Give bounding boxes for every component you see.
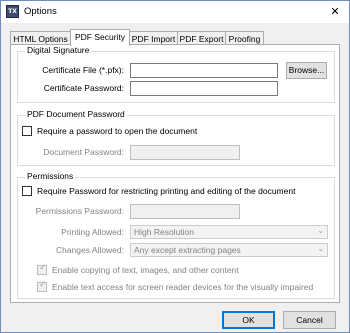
- pdf-security-panel: Digital Signature Certificate File (*.pf…: [10, 44, 340, 303]
- document-password-field[interactable]: [130, 145, 240, 160]
- require-open-password-checkbox[interactable]: [22, 126, 32, 136]
- digital-signature-legend: Digital Signature: [25, 45, 92, 55]
- certificate-password-field[interactable]: [130, 81, 278, 96]
- certificate-file-field[interactable]: [130, 63, 278, 78]
- permissions-group: Permissions Require Password for restric…: [17, 171, 335, 299]
- printing-allowed-select[interactable]: High Resolution ⌄: [130, 225, 328, 239]
- permissions-legend: Permissions: [25, 171, 76, 181]
- app-icon: TX: [6, 5, 19, 18]
- chevron-down-icon: ⌄: [317, 244, 324, 253]
- permissions-password-field[interactable]: [130, 204, 240, 219]
- enable-copying-checkbox[interactable]: ✓: [37, 263, 47, 275]
- title-bar[interactable]: TX Options ✕: [1, 1, 349, 23]
- digital-signature-group: Digital Signature Certificate File (*.pf…: [17, 45, 335, 103]
- tab-proofing[interactable]: Proofing: [225, 31, 264, 45]
- tab-pdf-import[interactable]: PDF Import: [129, 31, 178, 45]
- close-icon[interactable]: ✕: [327, 4, 343, 19]
- enable-text-access-label[interactable]: Enable text access for screen reader dev…: [52, 282, 313, 292]
- cancel-button[interactable]: Cancel: [283, 311, 336, 329]
- changes-allowed-value: Any except extracting pages: [134, 245, 241, 255]
- printing-allowed-label: Printing Allowed:: [61, 227, 124, 237]
- certificate-file-label: Certificate File (*.pfx):: [42, 65, 124, 75]
- chevron-down-icon: ⌄: [317, 226, 324, 235]
- permissions-password-label: Permissions Password:: [35, 206, 124, 216]
- certificate-password-label: Certificate Password:: [43, 83, 124, 93]
- changes-allowed-label: Changes Allowed:: [55, 245, 124, 255]
- checkmark-icon: ✓: [39, 263, 47, 273]
- require-permissions-password-label[interactable]: Require Password for restricting printin…: [37, 186, 295, 196]
- enable-text-access-checkbox[interactable]: ✓: [37, 280, 47, 292]
- options-dialog: TX Options ✕ HTML Options PDF Security P…: [0, 0, 350, 333]
- tab-pdf-security[interactable]: PDF Security: [70, 29, 130, 46]
- tab-pdf-export[interactable]: PDF Export: [177, 31, 226, 45]
- browse-button[interactable]: Browse...: [286, 62, 327, 79]
- printing-allowed-value: High Resolution: [134, 227, 195, 237]
- enable-copying-label[interactable]: Enable copying of text, images, and othe…: [52, 265, 239, 275]
- require-permissions-password-checkbox[interactable]: [22, 186, 32, 196]
- tab-html-options[interactable]: HTML Options: [10, 31, 71, 45]
- window-title: Options: [24, 6, 57, 17]
- changes-allowed-select[interactable]: Any except extracting pages ⌄: [130, 243, 328, 257]
- checkmark-icon: ✓: [39, 280, 47, 290]
- require-open-password-label[interactable]: Require a password to open the document: [37, 126, 197, 136]
- ok-button[interactable]: OK: [222, 311, 275, 329]
- pdf-document-password-legend: PDF Document Password: [25, 109, 127, 119]
- document-password-label: Document Password:: [43, 147, 124, 157]
- pdf-document-password-group: PDF Document Password Require a password…: [17, 109, 335, 166]
